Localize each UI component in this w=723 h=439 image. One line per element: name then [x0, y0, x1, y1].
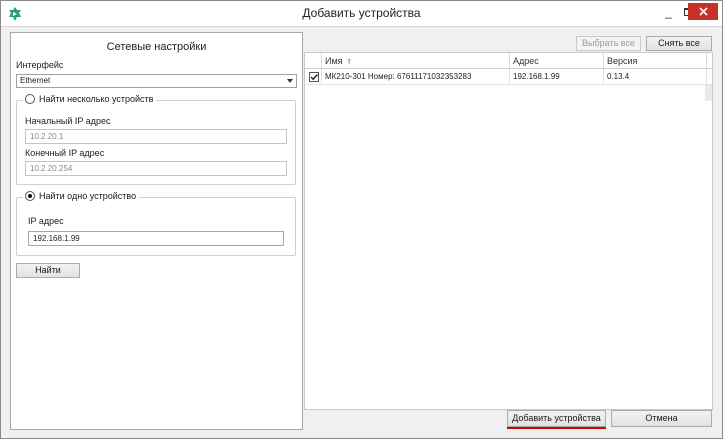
header-address[interactable]: Адрес — [510, 53, 604, 69]
scrollbar[interactable] — [705, 85, 712, 101]
device-version-cell: 0.13.4 — [604, 69, 707, 85]
device-address-cell: 192.168.1.99 — [510, 69, 604, 85]
header-name[interactable]: Имя ⍒ — [322, 53, 510, 69]
find-button[interactable]: Найти — [16, 263, 80, 278]
title-bar: Добавить устройства _ — [1, 1, 722, 27]
interface-select[interactable]: Ethernet — [16, 74, 297, 88]
interface-label: Интерфейс — [16, 60, 64, 70]
multi-search-radio[interactable]: Найти несколько устройств — [23, 94, 157, 104]
device-name-cell: МК210-301 Номер: 67611171032353283 — [322, 69, 510, 85]
cancel-button[interactable]: Отмена — [611, 410, 712, 427]
close-button[interactable] — [688, 3, 718, 20]
table-header: Имя ⍒ Адрес Версия — [305, 53, 712, 69]
header-version[interactable]: Версия — [604, 53, 707, 69]
network-settings-panel: Сетевые настройки Интерфейс Ethernet Най… — [10, 32, 303, 430]
window-title: Добавить устройства — [302, 6, 421, 20]
checkbox-checked-icon[interactable] — [309, 72, 319, 82]
add-devices-button[interactable]: Добавить устройства — [507, 410, 606, 427]
end-ip-field[interactable]: 10.2.20.254 — [25, 161, 287, 176]
start-ip-label: Начальный IP адрес — [25, 116, 111, 126]
table-row[interactable]: МК210-301 Номер: 67611171032353283 192.1… — [305, 69, 712, 101]
radio-selected-icon — [25, 191, 35, 201]
multi-search-group: Найти несколько устройств Начальный IP а… — [16, 94, 296, 185]
header-name-label: Имя — [325, 56, 343, 66]
devices-table: Имя ⍒ Адрес Версия МК210-301 Номер: 6761… — [304, 52, 713, 410]
deselect-all-button[interactable]: Снять все — [646, 36, 712, 51]
highlight-underline — [507, 427, 606, 429]
radio-icon — [25, 94, 35, 104]
select-all-button[interactable]: Выбрать все — [576, 36, 641, 51]
add-devices-window: Добавить устройства _ Сетевые настройки … — [0, 0, 723, 439]
start-ip-field[interactable]: 10.2.20.1 — [25, 129, 287, 144]
close-icon — [698, 7, 708, 16]
ip-label: IP адрес — [28, 216, 64, 226]
single-search-group: Найти одно устройство IP адрес 192.168.1… — [16, 191, 296, 256]
network-settings-heading: Сетевые настройки — [106, 41, 207, 53]
row-checkbox-cell[interactable] — [305, 69, 322, 85]
single-search-label: Найти одно устройство — [39, 191, 137, 201]
minimize-icon: _ — [665, 5, 672, 19]
multi-search-label: Найти несколько устройств — [39, 94, 154, 104]
ip-field[interactable]: 192.168.1.99 — [28, 231, 284, 246]
filter-icon: ⍒ — [347, 59, 352, 66]
single-search-radio[interactable]: Найти одно устройство — [23, 191, 140, 201]
header-checkbox-column — [305, 53, 322, 69]
chevron-down-icon — [287, 79, 293, 83]
end-ip-label: Конечный IP адрес — [25, 148, 105, 158]
interface-value: Ethernet — [20, 76, 51, 85]
